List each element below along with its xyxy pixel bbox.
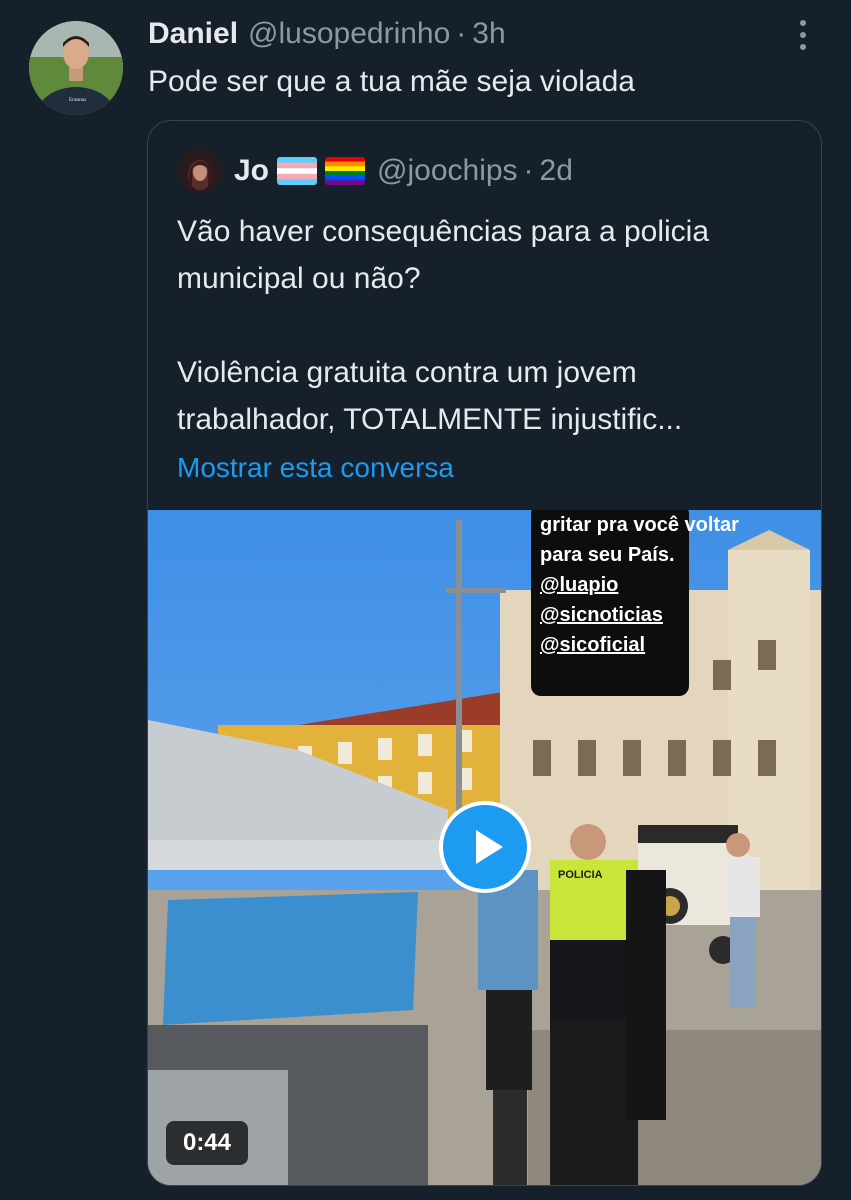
author-avatar[interactable]: Erasmus (29, 21, 123, 115)
video-player[interactable]: POLICIA gritar pra você voltar para seu … (148, 510, 821, 1185)
more-vertical-icon[interactable] (793, 18, 813, 52)
tweet-header: Daniel @lusopedrinho · 3h (148, 14, 506, 54)
author-name[interactable]: Daniel (148, 17, 238, 51)
rainbow-flag-icon (325, 157, 366, 185)
tweet-text: Pode ser que a tua mãe seja violada (148, 65, 635, 98)
story-caption-box (531, 510, 689, 696)
play-button[interactable] (439, 801, 531, 893)
quoted-author-handle[interactable]: @joochips (377, 154, 518, 188)
transgender-flag-icon (277, 157, 318, 185)
quoted-time[interactable]: 2d (540, 154, 573, 188)
story-mention: @luapio (540, 574, 619, 596)
quoted-author-avatar[interactable] (178, 149, 222, 193)
play-icon (476, 830, 503, 864)
separator-dot: · (456, 17, 467, 50)
story-mention: @sicnoticias (540, 604, 663, 626)
story-caption-line: para seu País. (540, 544, 675, 566)
tweet-time[interactable]: 3h (472, 17, 505, 51)
story-mention: @sicoficial (540, 634, 646, 656)
sweater-logo: Erasmus (69, 98, 86, 103)
quoted-tweet-card[interactable]: Jo @joochips · 2d Vão haver consequência… (147, 120, 822, 1186)
quoted-paragraph: Vão haver consequências para a policia m… (177, 215, 710, 295)
quoted-header: Jo @joochips · 2d (234, 151, 573, 191)
vest-text: POLICIA (558, 869, 603, 881)
separator-dot: · (523, 154, 534, 187)
video-duration-badge: 0:44 (166, 1121, 248, 1165)
author-handle[interactable]: @lusopedrinho (248, 17, 450, 51)
quoted-paragraph: Violência gratuita contra um jovem traba… (177, 356, 683, 436)
show-thread-link[interactable]: Mostrar esta conversa (177, 448, 454, 488)
quoted-author-name[interactable]: Jo (234, 154, 269, 188)
quoted-text: Vão haver consequências para a policia m… (177, 208, 797, 443)
story-caption-line: gritar pra você voltar (540, 514, 739, 536)
